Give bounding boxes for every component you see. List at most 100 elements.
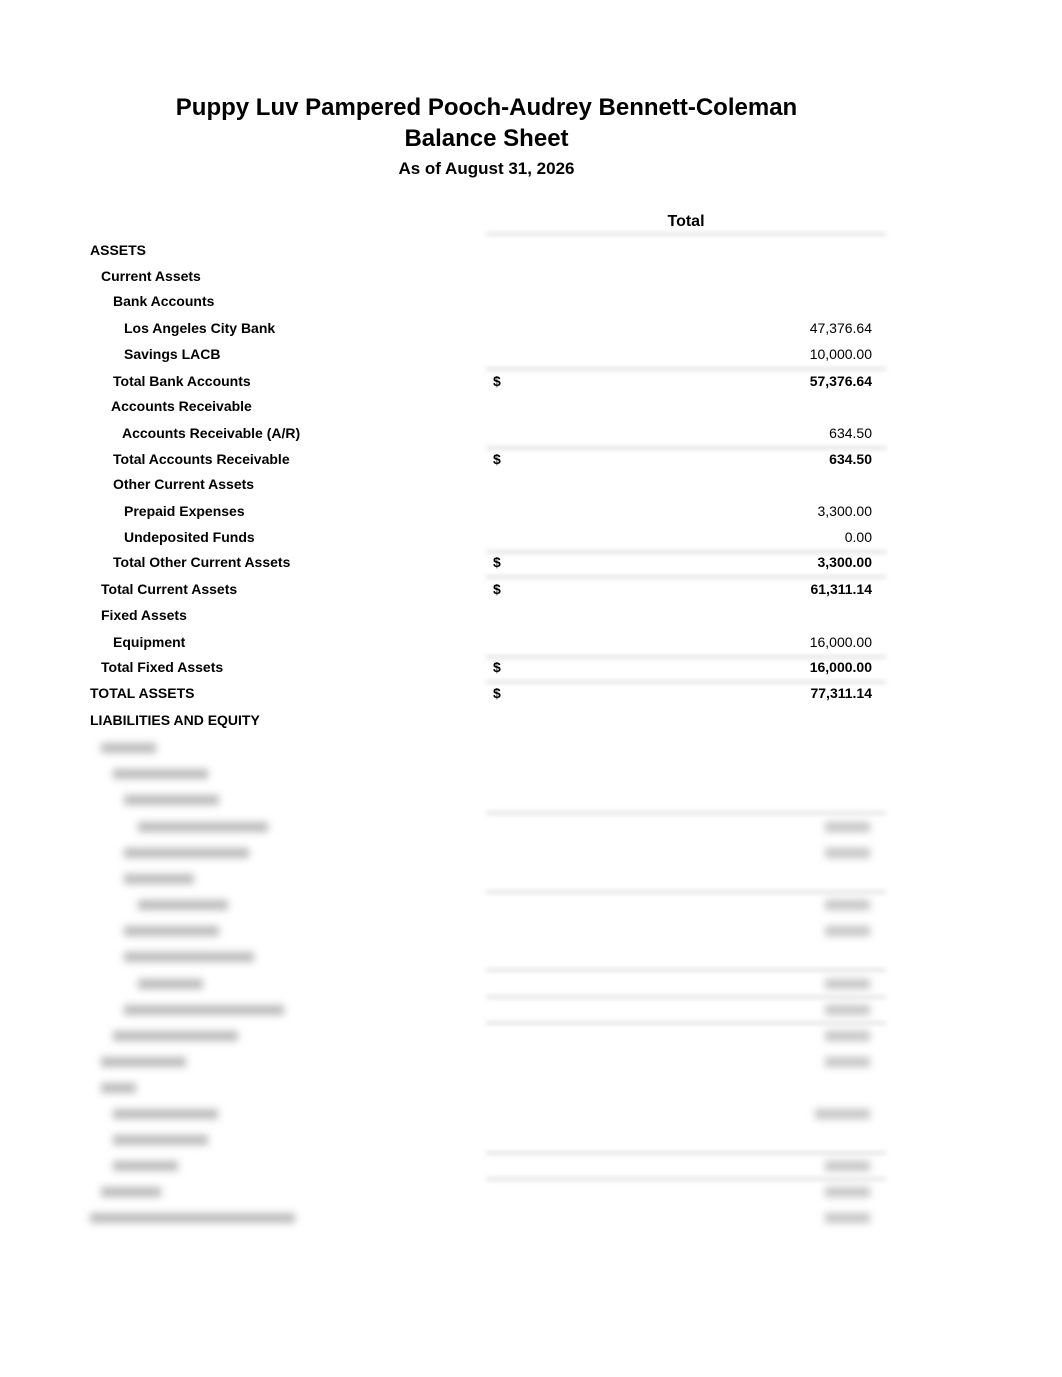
row-amount: 57,376.64 bbox=[809, 373, 872, 389]
row-amount: 10,000.00 bbox=[809, 346, 872, 362]
subtotal-rule bbox=[486, 1177, 886, 1181]
subtotal-rule bbox=[486, 1151, 886, 1155]
subtotal-rule bbox=[486, 446, 886, 450]
obscured-label bbox=[124, 874, 194, 884]
obscured-label bbox=[101, 1083, 136, 1093]
table-row: Total Other Current Assets $3,300.00 bbox=[0, 554, 1062, 576]
row-label: Total Fixed Assets bbox=[101, 659, 224, 675]
table-row: Total Current Assets $61,311.14 bbox=[0, 581, 1062, 603]
row-label: Undeposited Funds bbox=[124, 529, 255, 545]
table-row: Equipment 16,000.00 bbox=[0, 634, 1062, 656]
obscured-amount bbox=[825, 900, 870, 910]
obscured-label bbox=[113, 1031, 238, 1041]
row-amount: 3,300.00 bbox=[817, 503, 873, 519]
obscured-label bbox=[101, 743, 156, 753]
obscured-amount bbox=[825, 926, 870, 936]
row-label: Total Bank Accounts bbox=[113, 373, 251, 389]
obscured-row bbox=[0, 1104, 1062, 1126]
row-amount: 16,000.00 bbox=[809, 659, 872, 675]
obscured-amount bbox=[825, 979, 870, 989]
row-label: Bank Accounts bbox=[113, 293, 215, 309]
row-label: Prepaid Expenses bbox=[124, 503, 245, 519]
obscured-label bbox=[138, 822, 268, 832]
column-header-total: Total bbox=[667, 213, 705, 230]
obscured-label bbox=[138, 900, 228, 910]
obscured-row bbox=[0, 974, 1062, 996]
obscured-row bbox=[0, 1026, 1062, 1048]
subtotal-rule bbox=[486, 968, 886, 972]
obscured-row bbox=[0, 1078, 1062, 1100]
obscured-row bbox=[0, 843, 1062, 865]
row-label: Accounts Receivable bbox=[111, 398, 252, 414]
obscured-label bbox=[113, 1135, 208, 1145]
table-row: Undeposited Funds 0.00 bbox=[0, 529, 1062, 551]
table-row: Los Angeles City Bank 47,376.64 bbox=[0, 320, 1062, 342]
obscured-row bbox=[0, 869, 1062, 891]
table-row: LIABILITIES AND EQUITY bbox=[0, 712, 1062, 734]
row-label: ASSETS bbox=[90, 242, 147, 258]
obscured-label bbox=[113, 1109, 218, 1119]
obscured-row bbox=[0, 1052, 1062, 1074]
row-label: Total Current Assets bbox=[101, 581, 238, 597]
obscured-row bbox=[0, 764, 1062, 786]
table-row: ASSETS bbox=[0, 242, 1062, 264]
obscured-row bbox=[0, 738, 1062, 760]
row-amount: 61,311.14 bbox=[810, 581, 872, 597]
obscured-row bbox=[0, 1130, 1062, 1152]
currency-symbol: $ bbox=[493, 581, 501, 597]
row-amount: 77,311.14 bbox=[810, 685, 872, 701]
currency-symbol: $ bbox=[493, 685, 501, 701]
obscured-row bbox=[0, 790, 1062, 812]
row-label: Current Assets bbox=[101, 268, 201, 284]
currency-symbol: $ bbox=[493, 659, 501, 675]
row-label: Equipment bbox=[113, 634, 186, 650]
row-label: Other Current Assets bbox=[113, 476, 255, 492]
table-row: Total Bank Accounts $57,376.64 bbox=[0, 373, 1062, 395]
obscured-label bbox=[124, 848, 249, 858]
obscured-amount bbox=[825, 1057, 870, 1067]
table-row: Savings LACB 10,000.00 bbox=[0, 346, 1062, 368]
subtotal-rule bbox=[486, 811, 886, 815]
row-amount: 634.50 bbox=[829, 451, 872, 467]
obscured-amount bbox=[825, 1161, 870, 1171]
obscured-amount bbox=[825, 822, 870, 832]
obscured-row bbox=[0, 1182, 1062, 1204]
row-label: TOTAL ASSETS bbox=[90, 685, 195, 701]
obscured-row bbox=[0, 895, 1062, 917]
subtotal-rule bbox=[486, 995, 886, 999]
obscured-row bbox=[0, 947, 1062, 969]
obscured-label bbox=[101, 1057, 186, 1067]
row-amount: 634.50 bbox=[829, 425, 872, 441]
obscured-label bbox=[124, 795, 219, 805]
table-row: Total Fixed Assets $16,000.00 bbox=[0, 659, 1062, 681]
currency-symbol: $ bbox=[493, 373, 501, 389]
company-name: Puppy Luv Pampered Pooch-Audrey Bennett-… bbox=[175, 94, 798, 121]
obscured-amount bbox=[825, 1187, 870, 1197]
table-row: Other Current Assets bbox=[0, 476, 1062, 498]
row-label: Fixed Assets bbox=[101, 607, 187, 623]
report-date: As of August 31, 2026 bbox=[398, 159, 575, 178]
table-row: Bank Accounts bbox=[0, 293, 1062, 315]
subtotal-rule bbox=[486, 1021, 886, 1025]
obscured-label bbox=[138, 979, 203, 989]
obscured-row bbox=[0, 1156, 1062, 1178]
table-row: TOTAL ASSETS $77,311.14 bbox=[0, 685, 1062, 707]
obscured-amount bbox=[825, 1005, 870, 1015]
obscured-label bbox=[124, 952, 254, 962]
obscured-label bbox=[90, 1213, 295, 1223]
report-title: Balance Sheet bbox=[404, 125, 569, 152]
obscured-row bbox=[0, 921, 1062, 943]
header-rule bbox=[486, 232, 886, 236]
obscured-label bbox=[101, 1187, 161, 1197]
row-label: Los Angeles City Bank bbox=[124, 320, 276, 336]
table-row: Current Assets bbox=[0, 268, 1062, 290]
table-row: Prepaid Expenses 3,300.00 bbox=[0, 503, 1062, 525]
obscured-label bbox=[124, 926, 219, 936]
subtotal-rule bbox=[486, 575, 886, 579]
row-label: Accounts Receivable (A/R) bbox=[122, 425, 301, 441]
row-label: Total Other Current Assets bbox=[113, 554, 291, 570]
table-row: Fixed Assets bbox=[0, 607, 1062, 629]
row-label: Savings LACB bbox=[124, 346, 221, 362]
obscured-amount bbox=[825, 1213, 870, 1223]
obscured-amount bbox=[825, 848, 870, 858]
